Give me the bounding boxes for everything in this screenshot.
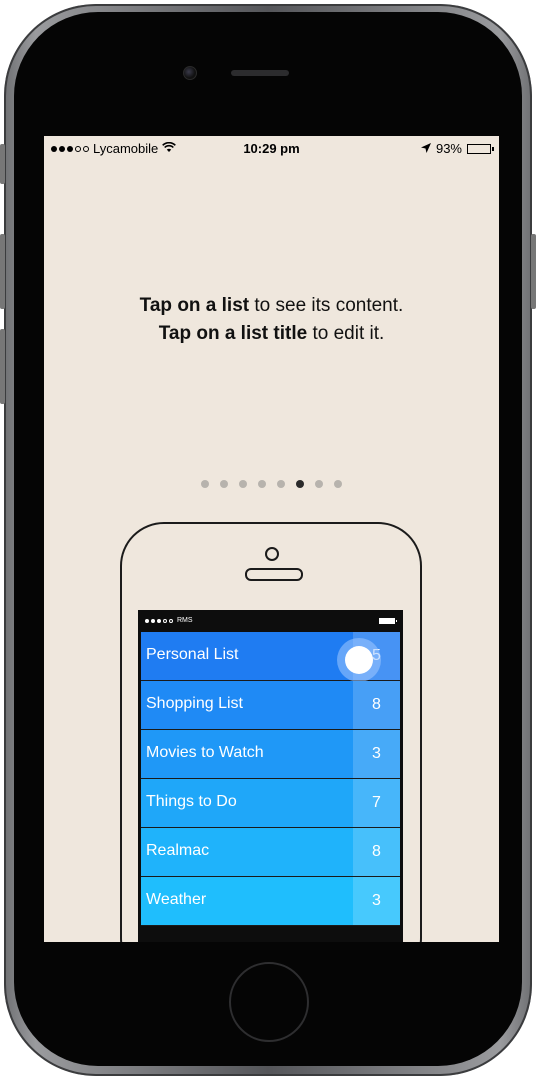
list-row[interactable]: Shopping List 8 [141,681,400,730]
illustration-screen: RMS Personal List5Shopping List8Movies t… [138,610,403,942]
instruction-line-2-rest: to edit it. [307,323,385,344]
page-dot[interactable] [315,480,323,488]
location-arrow-icon [420,141,431,156]
instruction-text: Tap on a list to see its content. Tap on… [44,292,499,348]
tap-indicator [337,638,381,682]
instruction-line-2-bold: Tap on a list title [158,323,308,344]
instruction-line-2: Tap on a list title to edit it. [44,320,499,348]
illustration-speaker [245,568,303,581]
page-dot[interactable] [277,480,285,488]
page-dot[interactable] [239,480,247,488]
page-dot[interactable] [220,480,228,488]
earpiece-speaker [231,70,289,76]
list-title[interactable]: Personal List [146,646,239,664]
tap-indicator-dot [345,646,373,674]
volume-up-button [0,234,5,309]
list-title[interactable]: Realmac [146,842,209,860]
lists: Personal List5Shopping List8Movies to Wa… [141,632,400,926]
page-dot[interactable] [334,480,342,488]
illustration-carrier: RMS [177,617,193,624]
mute-switch [0,144,5,184]
list-title[interactable]: Shopping List [146,695,243,713]
list-count: 8 [353,681,400,729]
list-row[interactable]: Movies to Watch 3 [141,730,400,779]
page-dot[interactable] [296,480,304,488]
page-dot[interactable] [201,480,209,488]
list-row[interactable]: Things to Do 7 [141,779,400,828]
list-row[interactable]: Personal List5 [141,632,400,682]
list-title[interactable]: Weather [146,891,206,909]
power-button [531,234,536,309]
illustration-status-bar: RMS [138,610,403,632]
volume-down-button [0,329,5,404]
list-count: 3 [353,877,400,925]
list-title[interactable]: Things to Do [146,793,237,811]
list-count: 7 [353,779,400,827]
page-dot[interactable] [258,480,266,488]
status-bar: Lycamobile 10:29 pm 93% [44,136,499,160]
list-title[interactable]: Movies to Watch [146,744,264,762]
battery-icon [467,143,494,154]
illustration-battery-icon [379,618,397,624]
list-row[interactable]: Realmac 8 [141,828,400,877]
front-camera [183,66,197,80]
list-count: 3 [353,730,400,778]
illustration-camera [265,547,279,561]
home-button[interactable] [229,962,309,1042]
instruction-line-1-rest: to see its content. [249,295,404,316]
page-indicator[interactable] [44,480,499,488]
list-count: 8 [353,828,400,876]
instruction-line-1: Tap on a list to see its content. [44,292,499,320]
battery-percent: 93% [435,141,462,156]
instruction-line-1-bold: Tap on a list [139,295,250,316]
list-row[interactable]: Weather 3 [141,877,400,926]
